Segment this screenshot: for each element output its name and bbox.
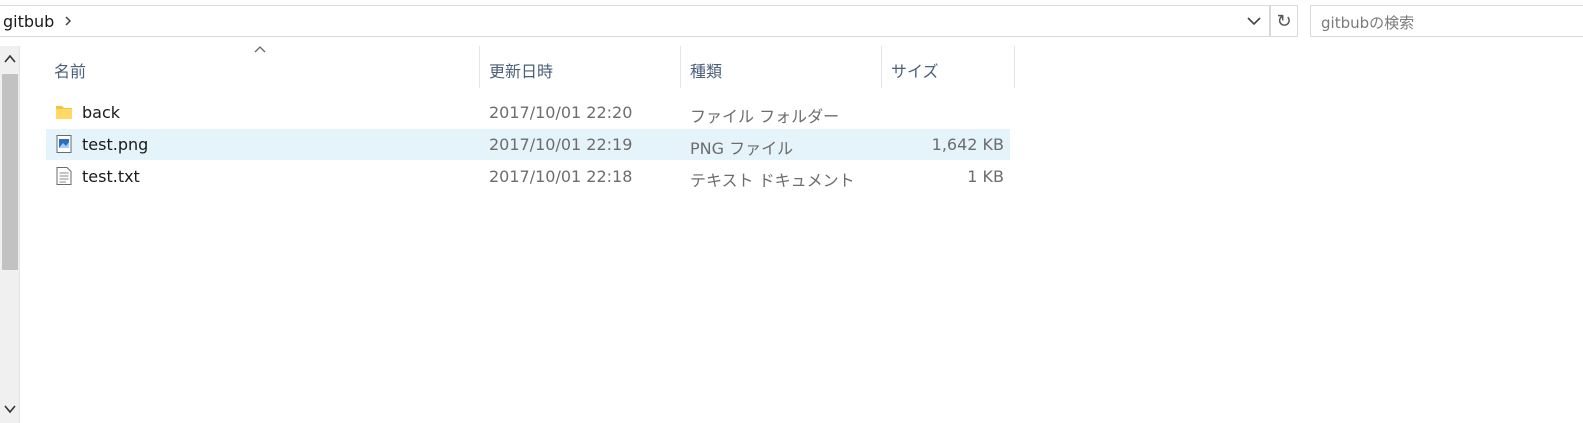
address-bar[interactable]: gitbub — [0, 5, 1270, 37]
text-file-icon — [56, 167, 72, 185]
search-placeholder: gitbubの検索 — [1321, 14, 1415, 32]
column-header-date[interactable]: 更新日時 — [481, 46, 681, 88]
chevron-right-icon[interactable] — [63, 16, 73, 26]
file-name[interactable]: test.png — [82, 135, 148, 154]
file-size: 1,642 KB — [931, 135, 1004, 154]
refresh-icon: ↻ — [1276, 10, 1292, 32]
file-row-test-png[interactable]: test.png 2017/10/01 22:19 PNG ファイル 1,642… — [46, 129, 1010, 160]
image-file-icon — [56, 135, 72, 153]
file-date: 2017/10/01 22:20 — [489, 103, 633, 122]
column-header-size-label: サイズ — [891, 62, 939, 81]
file-name[interactable]: test.txt — [82, 167, 140, 186]
column-header-name[interactable]: 名前 — [46, 46, 480, 88]
scroll-down-icon[interactable] — [3, 404, 17, 414]
search-input[interactable]: gitbubの検索 — [1310, 5, 1583, 37]
file-type: テキスト ドキュメント — [690, 171, 855, 190]
file-date: 2017/10/01 22:19 — [489, 135, 633, 154]
column-header-type[interactable]: 種類 — [682, 46, 882, 88]
column-header-name-label: 名前 — [54, 62, 87, 81]
scroll-up-icon[interactable] — [3, 54, 17, 64]
column-header-size[interactable]: サイズ — [883, 46, 1015, 88]
column-header-type-label: 種類 — [690, 62, 723, 81]
file-row-back[interactable]: back 2017/10/01 22:20 ファイル フォルダー — [46, 97, 1010, 128]
file-row-test-txt[interactable]: test.txt 2017/10/01 22:18 テキスト ドキュメント 1 … — [46, 161, 1010, 192]
file-type: PNG ファイル — [690, 139, 794, 158]
file-name[interactable]: back — [82, 103, 120, 122]
refresh-button[interactable]: ↻ — [1270, 5, 1298, 37]
scrollbar-thumb[interactable] — [2, 74, 18, 270]
file-type: ファイル フォルダー — [690, 107, 840, 126]
breadcrumb-gitbub[interactable]: gitbub — [3, 12, 54, 31]
file-date: 2017/10/01 22:18 — [489, 167, 633, 186]
file-size: 1 KB — [967, 167, 1004, 186]
chevron-down-icon[interactable] — [1246, 15, 1262, 27]
folder-icon — [56, 106, 72, 119]
vertical-scrollbar[interactable] — [0, 46, 20, 423]
column-header-date-label: 更新日時 — [489, 62, 554, 81]
